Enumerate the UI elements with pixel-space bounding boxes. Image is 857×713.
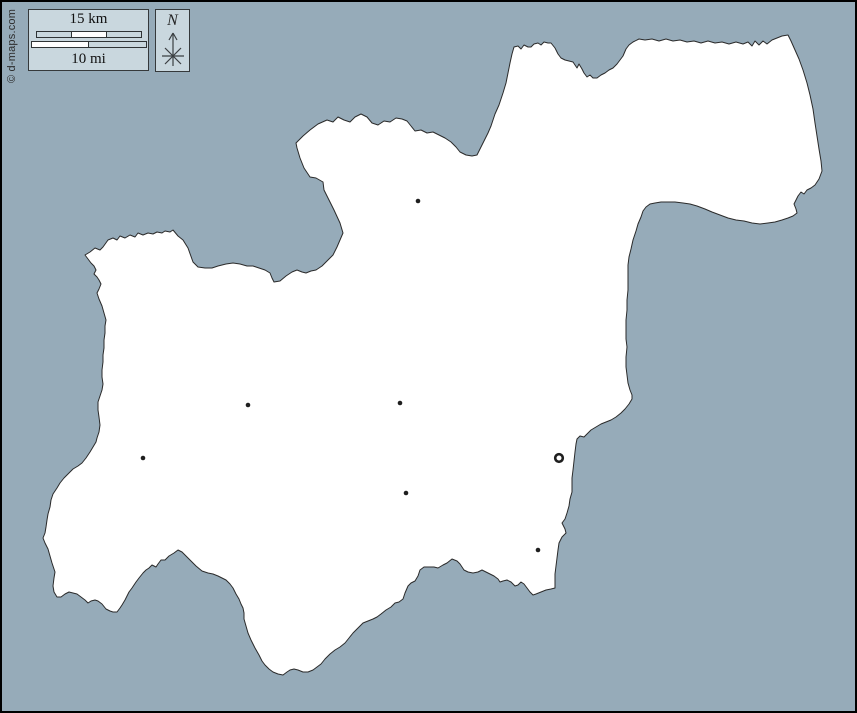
attribution-text: © d-maps.com [6, 9, 18, 83]
city-dot [246, 403, 251, 408]
map-canvas [2, 2, 855, 711]
scale-km-bar [36, 31, 142, 38]
scale-km-segment [106, 32, 141, 37]
capital-ring [555, 454, 563, 462]
city-dot [404, 491, 409, 496]
scale-km-label: 15 km [70, 12, 108, 27]
scale-km-segment [71, 32, 106, 37]
scale-km-segment [37, 32, 71, 37]
scale-mi-segment [32, 42, 88, 47]
scale-mi-segment [88, 42, 145, 47]
map-stage: 15 km 10 mi N [0, 0, 857, 713]
city-dot [536, 548, 541, 553]
scale-mi-label: 10 mi [71, 52, 106, 67]
compass: N [155, 9, 190, 72]
north-label: N [167, 12, 178, 29]
city-dot [416, 199, 421, 204]
scale-mi-bar [31, 41, 147, 48]
city-dot [141, 456, 146, 461]
city-dot [398, 401, 403, 406]
scale-bar: 15 km 10 mi [28, 9, 149, 71]
compass-arrow-icon [160, 29, 186, 69]
